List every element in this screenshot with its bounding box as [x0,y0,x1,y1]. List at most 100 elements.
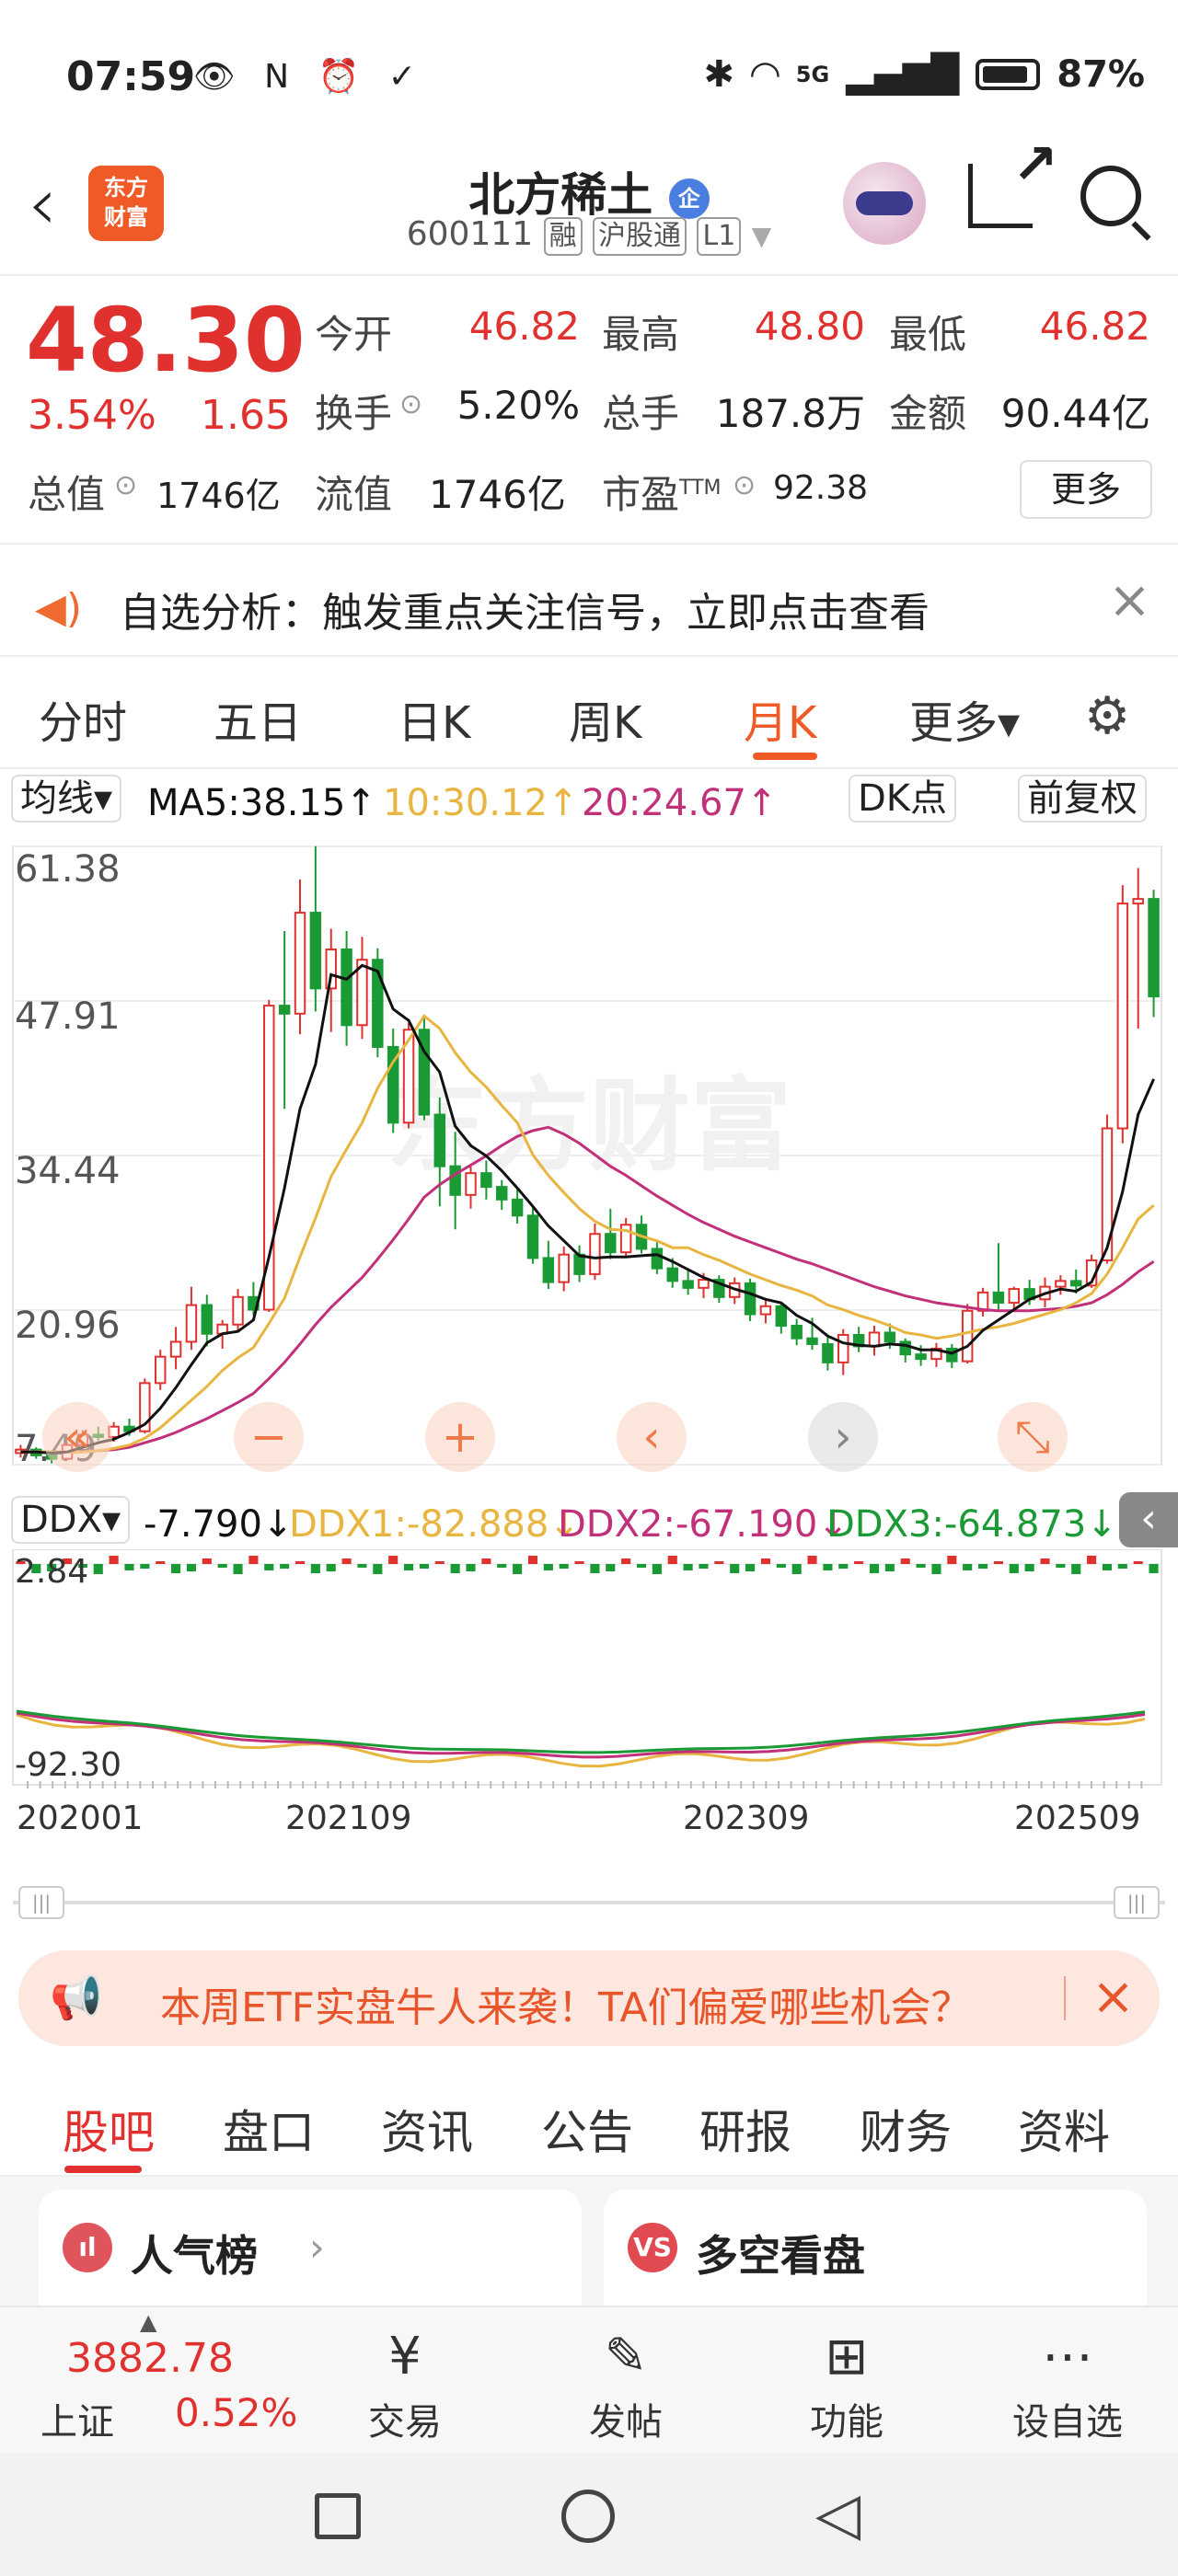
prev-icon[interactable]: ‹ [617,1402,687,1472]
tab-forum[interactable]: 股吧 [63,2096,155,2162]
promo-banner[interactable]: 📢 本周ETF实盘牛人来袭！TA们偏爱哪些机会？ × [18,1950,1160,2046]
ddx-bar [838,1564,849,1569]
kline-svg[interactable]: 61.3847.9134.4420.967.49东方财富«−+‹›⤡ [0,830,1178,1492]
tab-financials[interactable]: 财务 [860,2096,952,2162]
popularity-card[interactable]: ıl 人气榜 › [39,2190,582,2306]
ddx-bar [963,1564,973,1570]
tab-profile[interactable]: 资料 [1018,2096,1110,2162]
bluetooth-icon: ✱ [703,53,735,96]
nav-add-watchlist[interactable]: ⋯ 设自选 [994,2322,1141,2445]
candle-down [496,1186,508,1201]
ai-assistant-icon[interactable] [843,162,926,245]
content-tabs: 股吧 盘口 资讯 公告 研报 财务 资料 [0,2066,1178,2177]
info-icon[interactable]: ⊙ [733,469,756,501]
pe-label: 市盈TTM [602,464,722,520]
ddx-bar [156,1561,166,1564]
notice-bar[interactable]: ◀) 自选分析：触发重点关注信号，立即点击查看 × [0,546,1178,657]
candle-down [433,1113,446,1167]
tab-news[interactable]: 资讯 [381,2096,473,2162]
candle-up [465,1172,477,1196]
tab-five-day[interactable]: 五日 [214,686,302,751]
ddx-bottom-value: -92.30 [15,1746,122,1784]
collapse-panel-icon[interactable]: ‹ [1119,1492,1178,1547]
back-triangle-icon[interactable]: ◁ [815,2480,860,2548]
chart-period-tabs: 分时 五日 日K 周K 月K 更多▾ ⚙ [0,659,1178,769]
wifi-icon: ◠ [751,53,780,96]
ddx-bar [140,1564,150,1569]
tab-monthly-k[interactable]: 月K [744,686,816,751]
recents-icon[interactable] [315,2493,361,2539]
candle-down [744,1282,756,1316]
fullscreen-icon[interactable]: ⤡ [998,1402,1068,1472]
indicator-select[interactable]: 均线▾ [11,775,122,822]
close-icon[interactable]: × [1091,1967,1135,2027]
share-icon[interactable] [968,132,1058,228]
info-icon[interactable]: ⊙ [399,388,422,420]
tab-daily-k[interactable]: 日K [398,686,470,751]
nav-functions[interactable]: ⊞ 功能 [773,2322,920,2445]
scroller-right-handle[interactable]: ||| [1114,1886,1160,1919]
candle-down [605,1233,617,1254]
next-icon[interactable]: › [808,1402,878,1472]
ddx-bar [823,1564,833,1570]
candle-up [169,1340,182,1358]
ddx-bar [217,1564,227,1568]
candle-down [651,1248,664,1270]
nav-post[interactable]: ✎ 发帖 [552,2322,699,2445]
tab-intraday[interactable]: 分时 [39,686,127,751]
bottom-navigation: ▲ 3882.78 上证 0.52% ¥ 交易 ✎ 发帖 ⊞ 功能 ⋯ 设自选 [0,2306,1178,2453]
tab-weekly-k[interactable]: 周K [569,686,641,751]
bull-bear-card[interactable]: VS 多空看盘 [604,2190,1147,2306]
dk-point-button[interactable]: DK点 [849,775,957,822]
tab-orderbook[interactable]: 盘口 [223,2096,315,2162]
change-amount: 1.65 [201,392,291,439]
range-scroller[interactable]: ||| ||| [13,1877,1165,1932]
ddx-select[interactable]: DDX▾ [11,1496,131,1544]
candle-up [558,1253,570,1283]
card-title: 多空看盘 [696,2231,865,2281]
ddx-frame [12,1548,1162,1786]
ddx-bar [854,1561,864,1564]
ddx-bar [1117,1564,1127,1569]
signal-icon: ▂▄▆█ [846,53,960,96]
ddx-bar [807,1556,817,1564]
adjust-select[interactable]: 前复权 [1018,775,1147,822]
ddx-bar [559,1564,569,1569]
more-quote-button[interactable]: 更多 [1020,460,1152,519]
ddx-bar [186,1564,197,1571]
info-icon[interactable]: ⊙ [114,469,137,501]
ddx-bar [171,1564,181,1573]
ddx-chart[interactable]: 2.84 -92.30 [0,1548,1178,1790]
fast-back-icon[interactable]: « [42,1402,112,1472]
ma-legend-row: 均线▾ MA5:38.15↑ 10:30.12↑ 20:24.67↑ DK点 前… [0,773,1178,828]
scroller-left-handle[interactable]: ||| [18,1886,64,1919]
tab-announcements[interactable]: 公告 [541,2096,633,2162]
gear-icon[interactable]: ⚙ [1084,686,1130,746]
search-icon[interactable] [1080,166,1141,226]
system-navigation: ◁ [0,2453,1178,2576]
ddx2-value: DDX2:-67.190↓ [558,1503,849,1546]
zoom-in-icon[interactable]: + [425,1402,495,1472]
home-icon[interactable] [561,2490,615,2543]
zoom-out-icon[interactable]: − [234,1402,304,1472]
ddx-bar [947,1556,957,1564]
nav-trade[interactable]: ¥ 交易 [331,2322,479,2445]
banner-text[interactable]: 本周ETF实盘牛人来袭！TA们偏爱哪些机会？ [160,1974,972,2033]
ddx-bar [248,1556,259,1564]
ddx-bar [869,1564,880,1573]
candle-down [449,1165,461,1196]
kline-chart[interactable]: 61.3847.9134.4420.967.49东方财富«−+‹›⤡ [0,830,1178,1492]
market-cap-value: 1746亿 [156,476,281,516]
tab-research[interactable]: 研报 [699,2096,791,2162]
ddx-bar [1056,1564,1066,1568]
tab-more[interactable]: 更多▾ [909,686,1020,751]
ddx-value: -7.790↓ [144,1503,294,1546]
current-price: 48.30 [26,289,306,392]
index-quote[interactable]: 3882.78 上证 0.52% [0,2307,304,2445]
edit-icon: ✎ [604,2327,648,2386]
notice-text[interactable]: 自选分析：触发重点关注信号，立即点击查看 [120,580,930,638]
ddx1-line [16,1713,1146,1768]
close-icon[interactable]: × [1108,570,1151,630]
stock-name: 北方稀土 [468,168,653,222]
market-cap-label: 总值 [28,472,106,517]
